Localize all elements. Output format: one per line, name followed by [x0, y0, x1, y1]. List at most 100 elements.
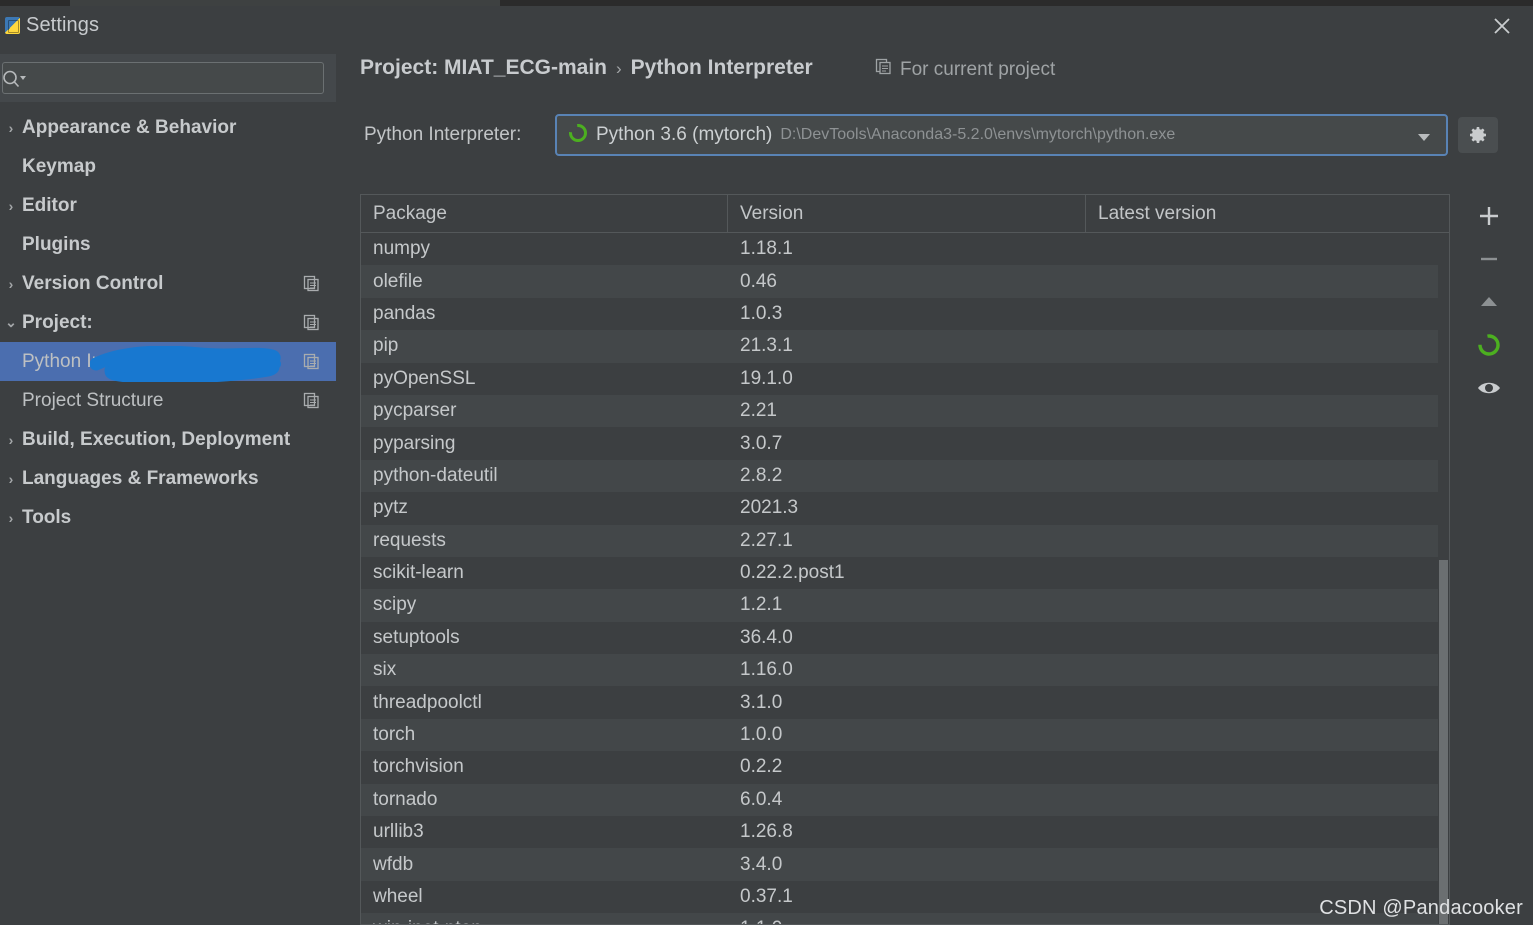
sidebar-item-version-control[interactable]: › Version Control	[0, 264, 336, 303]
cell-version: 2.27.1	[740, 529, 793, 551]
python-env-icon	[567, 122, 589, 149]
table-row[interactable]: wheel 0.37.1	[361, 880, 1449, 914]
table-row[interactable]: pyOpenSSL 19.1.0	[361, 362, 1449, 395]
sidebar-item-build-execution-deployment[interactable]: › Build, Execution, Deployment	[0, 420, 336, 459]
chevron-down-icon	[1416, 130, 1432, 148]
table-row[interactable]: pandas 1.0.3	[361, 297, 1449, 331]
scrollbar-thumb[interactable]	[1439, 560, 1448, 924]
interpreter-dropdown[interactable]: Python 3.6 (mytorch) D:\DevTools\Anacond…	[555, 114, 1448, 156]
sidebar-item-tools[interactable]: › Tools	[0, 498, 336, 537]
chevron-right-icon[interactable]: ›	[0, 198, 22, 214]
table-row[interactable]: pip 21.3.1	[361, 330, 1449, 363]
interpreter-label: Python Interpreter:	[364, 124, 522, 145]
sidebar-item-label: Appearance & Behavior	[22, 116, 237, 138]
interpreter-settings-button[interactable]	[1458, 117, 1498, 153]
cell-package: pandas	[373, 302, 436, 324]
breadcrumb-separator: ›	[615, 59, 622, 78]
install-progress-indicator	[1458, 323, 1520, 366]
minus-icon	[1481, 257, 1497, 260]
cell-version: 0.2.2	[740, 756, 783, 778]
table-row[interactable]: wfdb 3.4.0	[361, 848, 1449, 881]
cell-package: pyOpenSSL	[373, 367, 476, 389]
packages-toolbar	[1458, 194, 1520, 454]
column-header-latest-version[interactable]: Latest version	[1086, 195, 1449, 232]
table-row[interactable]: pytz 2021.3	[361, 492, 1449, 525]
upgrade-package-button[interactable]	[1458, 280, 1520, 323]
plus-icon	[1480, 206, 1498, 225]
copy-icon[interactable]	[303, 392, 320, 415]
table-row[interactable]: pycparser 2.21	[361, 394, 1449, 428]
cell-version: 3.0.7	[740, 432, 783, 454]
cell-version: 2.8.2	[740, 464, 783, 486]
chevron-right-icon[interactable]: ›	[0, 432, 22, 448]
sidebar-item-project-structure[interactable]: Project Structure	[0, 381, 336, 420]
table-row[interactable]: numpy 1.18.1	[361, 233, 1449, 266]
copy-icon[interactable]	[303, 314, 320, 337]
remove-package-button[interactable]	[1458, 237, 1520, 280]
cell-package: numpy	[373, 238, 431, 260]
cell-version: 3.1.0	[740, 691, 783, 713]
cell-version: 1.2.1	[740, 594, 783, 616]
table-row[interactable]: six 1.16.0	[361, 654, 1449, 687]
chevron-right-icon[interactable]: ›	[0, 120, 22, 136]
table-row[interactable]: python-dateutil 2.8.2	[361, 459, 1449, 493]
sidebar-item-keymap[interactable]: Keymap	[0, 147, 336, 186]
table-row[interactable]: pyparsing 3.0.7	[361, 427, 1449, 460]
cell-package: six	[373, 659, 397, 681]
table-row[interactable]: torchvision 0.2.2	[361, 751, 1449, 784]
sidebar-item-label: Build, Execution, Deployment	[22, 428, 291, 450]
sidebar-item-plugins[interactable]: Plugins	[0, 225, 336, 264]
chevron-right-icon[interactable]: ›	[0, 276, 22, 292]
table-row[interactable]: scipy 1.2.1	[361, 589, 1449, 622]
chevron-down-icon[interactable]: ⌄	[0, 314, 22, 331]
table-row[interactable]: setuptools 36.4.0	[361, 621, 1449, 655]
cell-package: urllib3	[373, 821, 424, 843]
sidebar-item-languages-frameworks[interactable]: › Languages & Frameworks	[0, 459, 336, 498]
search-input[interactable]	[29, 63, 319, 93]
sidebar-item-label: Project Structure	[22, 389, 164, 411]
sidebar-item-label: Python Interpreter	[22, 350, 175, 372]
sidebar-item-editor[interactable]: › Editor	[0, 186, 336, 225]
table-row[interactable]: threadpoolctl 3.1.0	[361, 686, 1449, 719]
close-button[interactable]	[1479, 8, 1525, 44]
copy-icon[interactable]	[303, 353, 320, 376]
sidebar-item-python-interpreter[interactable]: Python Interpreter	[0, 342, 336, 381]
sidebar-item-project[interactable]: ⌄ Project:	[0, 303, 336, 342]
table-row[interactable]: scikit-learn 0.22.2.post1	[361, 556, 1449, 590]
cell-package: torchvision	[373, 756, 464, 778]
table-row[interactable]: win-inet-pton1.1.0	[361, 913, 1449, 924]
table-row[interactable]: requests 2.27.1	[361, 524, 1449, 557]
cell-version: 19.1.0	[740, 367, 793, 389]
cell-version: 1.18.1	[740, 238, 793, 260]
show-early-releases-button[interactable]	[1458, 366, 1520, 409]
cell-version: 0.46	[740, 270, 777, 292]
settings-content: Project: MIAT_ECG-main › Python Interpre…	[336, 46, 1533, 925]
table-row[interactable]: torch 1.0.0	[361, 718, 1449, 752]
cell-package: requests	[373, 529, 446, 551]
sidebar-item-label: Editor	[22, 194, 77, 216]
column-header-version[interactable]: Version	[728, 195, 1086, 232]
chevron-right-icon[interactable]: ›	[0, 471, 22, 487]
cell-version: 21.3.1	[740, 335, 793, 357]
search-box[interactable]	[2, 62, 324, 94]
cell-package: pip	[373, 335, 399, 357]
packages-table-scrollbar[interactable]	[1438, 234, 1449, 924]
sidebar-item-appearance-behavior[interactable]: › Appearance & Behavior	[0, 108, 336, 147]
cell-version: 3.4.0	[740, 853, 783, 875]
sidebar-search-area	[0, 54, 336, 102]
scope-indicator: For current project	[875, 58, 1055, 81]
search-icon	[3, 70, 26, 88]
packages-table-body: numpy 1.18.1 olefile 0.46 pandas 1.0.3 pip 21.3…	[361, 233, 1449, 924]
watermark: CSDN @Pandacooker	[1319, 897, 1523, 919]
add-package-button[interactable]	[1458, 194, 1520, 237]
cell-package: wfdb	[373, 853, 414, 875]
table-row[interactable]: tornado 6.0.4	[361, 783, 1449, 817]
breadcrumb: Project: MIAT_ECG-main › Python Interpre…	[360, 56, 813, 80]
table-row[interactable]: olefile 0.46	[361, 265, 1449, 298]
cell-package: olefile	[373, 270, 423, 292]
column-header-package[interactable]: Package	[361, 195, 728, 232]
table-row[interactable]: urllib3 1.26.8	[361, 816, 1449, 849]
copy-icon[interactable]	[303, 275, 320, 298]
breadcrumb-project[interactable]: Project: MIAT_ECG-main	[360, 56, 607, 80]
chevron-right-icon[interactable]: ›	[0, 510, 22, 526]
